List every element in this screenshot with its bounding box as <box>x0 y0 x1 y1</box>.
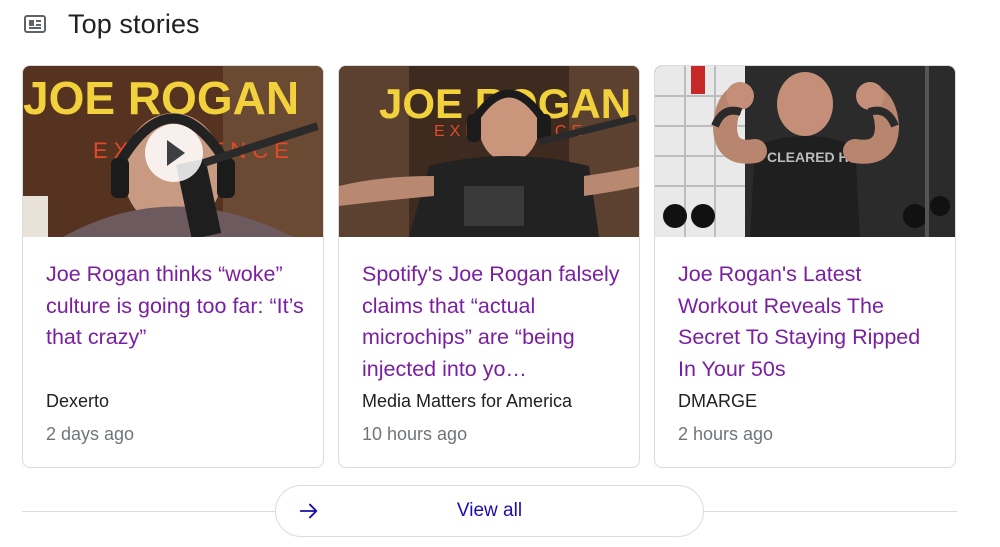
story-carousel: JOE ROGAN EXPERIENCE Joe Rogan thinks “w… <box>22 65 956 468</box>
arrow-right-icon <box>299 503 318 519</box>
story-source: DMARGE <box>678 391 758 411</box>
story-headline[interactable]: Joe Rogan thinks “woke” culture is going… <box>46 259 308 354</box>
section-title: Top stories <box>68 8 200 39</box>
story-card[interactable]: CLEARED HOT Joe Rogan's Latest Workout R… <box>654 65 956 468</box>
story-source: Media Matters for America <box>362 391 573 411</box>
divider-left <box>22 511 276 512</box>
story-thumbnail[interactable]: JOE ROGAN EXPERIENCE <box>339 66 639 237</box>
story-headline[interactable]: Joe Rogan's Latest Workout Reveals The S… <box>678 259 940 385</box>
story-card[interactable]: JOE ROGAN EXPERIENCE Spotify's Joe Rogan… <box>338 65 640 468</box>
story-headline[interactable]: Spotify's Joe Rogan falsely claims that … <box>362 259 624 385</box>
view-all-button[interactable]: View all <box>275 485 704 537</box>
story-time: 2 hours ago <box>678 424 774 444</box>
play-video-icon[interactable] <box>145 124 203 182</box>
story-time: 10 hours ago <box>362 424 468 444</box>
story-time: 2 days ago <box>46 424 135 444</box>
view-all-label: View all <box>456 500 523 521</box>
divider-right <box>703 511 957 512</box>
story-card[interactable]: JOE ROGAN EXPERIENCE Joe Rogan thinks “w… <box>22 65 324 468</box>
story-thumbnail[interactable]: CLEARED HOT <box>655 66 955 237</box>
story-source: Dexerto <box>46 391 110 411</box>
news-icon <box>24 15 46 33</box>
story-thumbnail[interactable]: JOE ROGAN EXPERIENCE <box>23 66 323 237</box>
section-header: Top stories <box>24 8 200 40</box>
